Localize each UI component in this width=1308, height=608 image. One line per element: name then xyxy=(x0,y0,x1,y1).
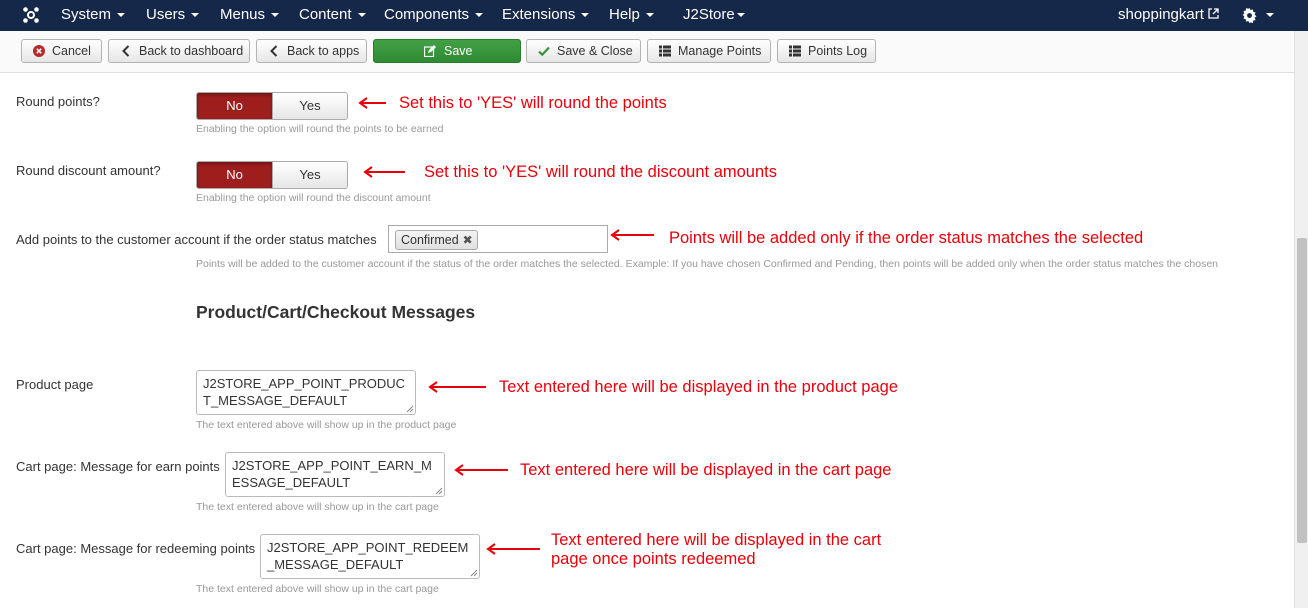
menu-menus[interactable]: Menus xyxy=(220,0,280,31)
caret-down-icon xyxy=(1266,13,1274,18)
order-status-annotation: Points will be added only if the order s… xyxy=(669,229,1144,247)
round-discount-help: Enabling the option will round the disco… xyxy=(196,192,431,204)
annotation-line: page once points redeemed xyxy=(551,550,756,568)
site-link[interactable]: shoppingkart xyxy=(1118,0,1219,31)
external-link-icon xyxy=(1208,8,1219,19)
round-points-help: Enabling the option will round the point… xyxy=(196,123,444,135)
gear-icon xyxy=(1242,7,1257,23)
order-status-chip: Confirmed ✖ xyxy=(395,230,478,250)
back-to-dashboard-button[interactable]: Back to dashboard xyxy=(108,39,250,63)
round-points-toggle: No Yes xyxy=(196,92,348,120)
resize-grip-icon[interactable] xyxy=(406,405,414,413)
round-points-yes-option[interactable]: Yes xyxy=(272,93,347,119)
menu-content[interactable]: Content xyxy=(299,0,366,31)
checkmark-icon xyxy=(538,46,550,57)
product-page-annotation: Text entered here will be displayed in t… xyxy=(499,378,899,396)
toolbar: Cancel Back to dashboard Back to apps Sa… xyxy=(0,31,1294,73)
annotation-arrow xyxy=(428,381,486,393)
round-discount-toggle: No Yes xyxy=(196,161,348,189)
save-button[interactable]: Save xyxy=(373,39,521,63)
chip-label: Confirmed xyxy=(401,233,459,247)
caret-down-icon xyxy=(581,13,590,18)
menu-components[interactable]: Components xyxy=(384,0,484,31)
top-navbar: System Users Menus Content Components Ex… xyxy=(0,0,1308,31)
product-page-textarea[interactable]: J2STORE_APP_POINT_PRODUCT_MESSAGE_DEFAUL… xyxy=(196,370,416,415)
resize-grip-icon[interactable] xyxy=(435,487,443,495)
product-page-label: Product page xyxy=(16,377,94,392)
annotation-arrow xyxy=(454,464,508,476)
chevron-left-icon xyxy=(122,45,130,57)
page-scrollbar[interactable] xyxy=(1294,31,1308,608)
round-discount-annotation: Set this to 'YES' will round the discoun… xyxy=(424,163,777,181)
cart-redeem-annotation: Text entered here will be displayed in t… xyxy=(551,531,881,569)
section-title: Product/Cart/Checkout Messages xyxy=(196,302,476,322)
caret-down-icon xyxy=(117,13,126,18)
round-points-no-option[interactable]: No xyxy=(197,93,272,119)
round-discount-label: Round discount amount? xyxy=(16,163,161,178)
cart-earn-annotation: Text entered here will be displayed in t… xyxy=(520,461,892,479)
remove-chip-icon[interactable]: ✖ xyxy=(463,231,473,249)
chevron-left-icon xyxy=(270,45,278,57)
order-status-label: Add points to the customer account if th… xyxy=(16,232,377,247)
caret-down-icon xyxy=(645,13,654,18)
manage-points-button[interactable]: Manage Points xyxy=(647,39,771,63)
joomla-icon[interactable] xyxy=(22,6,40,24)
cart-redeem-help: The text entered above will show up in t… xyxy=(196,583,439,595)
annotation-arrow xyxy=(363,166,405,178)
points-log-button[interactable]: Points Log xyxy=(777,39,876,63)
menu-help[interactable]: Help xyxy=(609,0,654,31)
caret-down-icon xyxy=(736,13,745,18)
cart-redeem-label: Cart page: Message for redeeming points xyxy=(16,541,256,556)
cart-earn-textarea[interactable]: J2STORE_APP_POINT_EARN_MESSAGE_DEFAULT xyxy=(225,452,445,497)
annotation-arrow xyxy=(486,543,540,555)
resize-grip-icon[interactable] xyxy=(470,569,478,577)
menu-system[interactable]: System xyxy=(61,0,126,31)
caret-down-icon xyxy=(357,13,366,18)
menu-extensions[interactable]: Extensions xyxy=(502,0,590,31)
menu-j2store[interactable]: J2Store xyxy=(683,0,745,31)
round-points-annotation: Set this to 'YES' will round the points xyxy=(399,94,667,112)
round-discount-yes-option[interactable]: Yes xyxy=(272,162,347,188)
cart-redeem-value: J2STORE_APP_POINT_REDEEM_MESSAGE_DEFAULT xyxy=(267,540,469,572)
round-discount-no-option[interactable]: No xyxy=(197,162,272,188)
back-to-apps-button[interactable]: Back to apps xyxy=(256,39,367,63)
round-points-label: Round points? xyxy=(16,94,100,109)
caret-down-icon xyxy=(475,13,484,18)
save-close-button[interactable]: Save & Close xyxy=(526,39,641,63)
product-page-value: J2STORE_APP_POINT_PRODUCT_MESSAGE_DEFAUL… xyxy=(203,376,406,408)
settings-menu[interactable] xyxy=(1242,0,1274,31)
cancel-circle-icon xyxy=(33,45,45,57)
cancel-button[interactable]: Cancel xyxy=(21,39,102,63)
cart-earn-help: The text entered above will show up in t… xyxy=(196,501,439,513)
caret-down-icon xyxy=(191,13,200,18)
annotation-arrow xyxy=(610,229,654,241)
order-status-multiselect[interactable]: Confirmed ✖ xyxy=(388,225,608,253)
annotation-arrow xyxy=(358,97,386,109)
list-icon xyxy=(789,45,801,57)
list-icon xyxy=(659,45,671,57)
caret-down-icon xyxy=(271,13,280,18)
order-status-help: Points will be added to the customer acc… xyxy=(196,258,1219,270)
menu-users[interactable]: Users xyxy=(146,0,200,31)
edit-icon xyxy=(424,45,436,57)
scrollbar-thumb[interactable] xyxy=(1297,238,1307,543)
product-page-help: The text entered above will show up in t… xyxy=(196,419,457,431)
cart-earn-label: Cart page: Message for earn points xyxy=(16,459,220,474)
cart-earn-value: J2STORE_APP_POINT_EARN_MESSAGE_DEFAULT xyxy=(232,458,432,490)
annotation-line: Text entered here will be displayed in t… xyxy=(551,531,882,549)
cart-redeem-textarea[interactable]: J2STORE_APP_POINT_REDEEM_MESSAGE_DEFAULT xyxy=(260,534,480,579)
